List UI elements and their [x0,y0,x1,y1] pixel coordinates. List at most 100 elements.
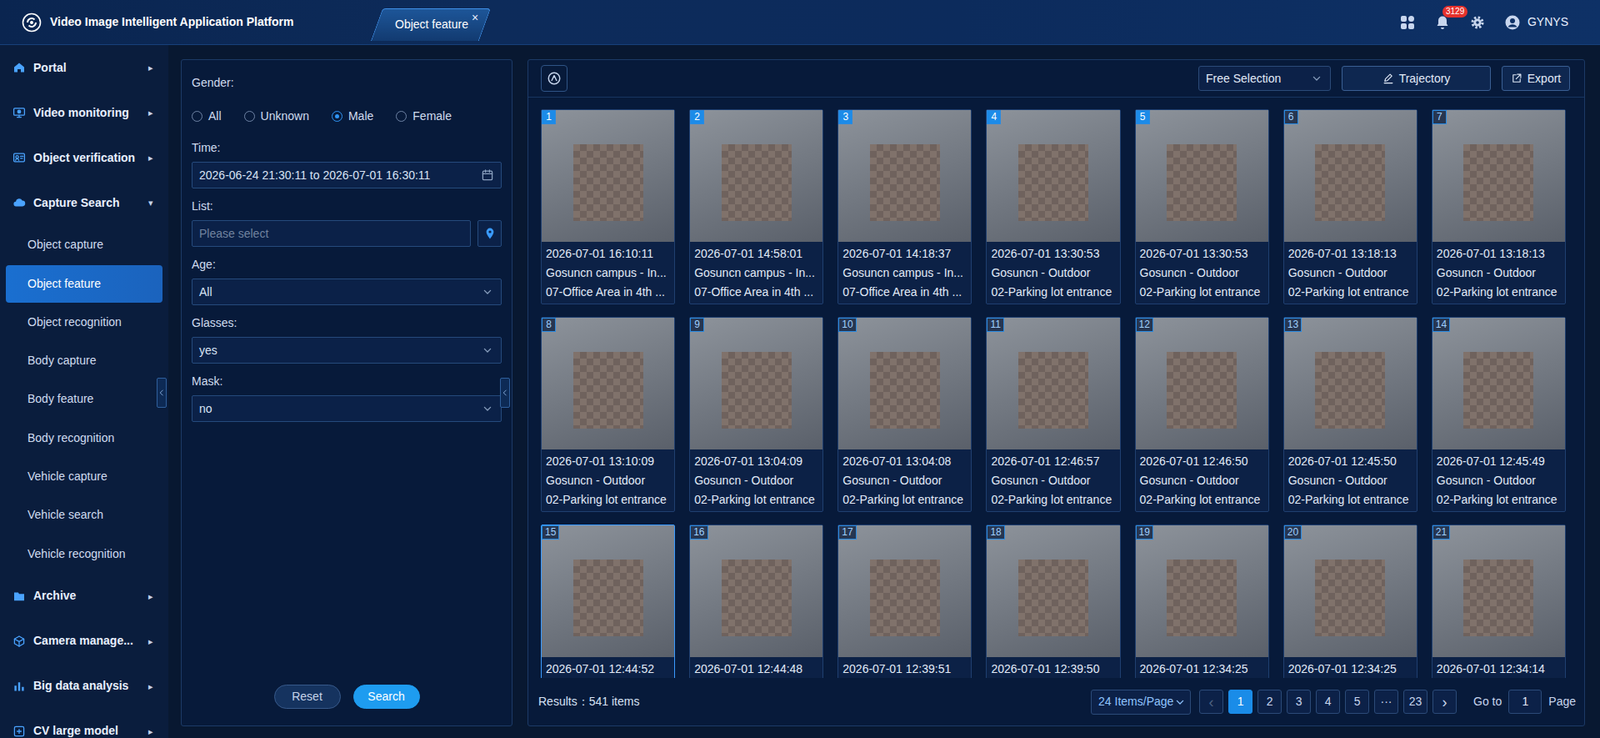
sidebar-subitem[interactable]: Body capture [5,341,163,380]
gender-option-label: Unknown [260,107,310,125]
face-photo[interactable]: 2 [690,110,823,242]
capture-card[interactable]: 92026-07-01 13:04:09Gosuncn - Outdoor02-… [689,316,824,512]
apps-button[interactable] [1399,14,1416,31]
face-photo[interactable]: 14 [1432,317,1565,450]
location-button[interactable] [477,220,502,247]
page-tab[interactable]: Object feature× [376,8,485,41]
capture-card[interactable]: 152026-07-01 12:44:52 [540,524,675,678]
sidebar-subitem[interactable]: Vehicle capture [5,457,163,495]
sidebar-subitem[interactable]: Vehicle search [5,495,163,534]
capture-card[interactable]: 102026-07-01 13:04:08Gosuncn - Outdoor02… [837,316,972,512]
collapse-filter-button[interactable] [500,377,510,408]
sidebar-item[interactable]: Camera manage...▸ [0,618,169,664]
collapse-sidebar-button[interactable] [156,377,167,408]
next-page-button[interactable]: › [1432,689,1457,714]
sidebar-subitem[interactable]: Object capture [5,225,163,264]
face-photo[interactable]: 5 [1135,110,1269,242]
page-button[interactable]: 4 [1315,689,1340,714]
reset-button[interactable]: Reset [274,684,341,709]
capture-card[interactable]: 182026-07-01 12:39:50 [985,524,1120,678]
sidebar-item[interactable]: Archive▸ [0,573,169,619]
sidebar-subitem[interactable]: Object recognition [5,303,163,341]
capture-card[interactable]: 12026-07-01 16:10:11Gosuncn campus - In.… [540,109,675,305]
export-button[interactable]: Export [1501,65,1570,91]
gender-option[interactable]: Unknown [244,107,310,125]
face-photo[interactable]: 4 [986,110,1120,242]
settings-button[interactable] [1469,14,1486,31]
capture-card[interactable]: 192026-07-01 12:34:25 [1135,524,1270,678]
radio-button[interactable] [244,110,255,122]
gender-option[interactable]: All [191,107,222,125]
face-photo[interactable]: 9 [690,317,823,450]
sidebar-subitem[interactable]: Body feature [5,380,163,418]
face-photo[interactable]: 7 [1432,110,1565,242]
face-photo[interactable]: 17 [838,525,971,657]
page-button[interactable]: 2 [1257,689,1282,714]
auto-select-button[interactable] [540,65,568,92]
time-range-field[interactable]: 2026-06-24 21:30:11 to 2026-07-01 16:30:… [191,161,502,189]
face-photo[interactable]: 10 [838,317,971,450]
page-button[interactable]: 5 [1345,689,1370,714]
page-button[interactable]: 1 [1228,689,1253,714]
radio-button[interactable] [191,110,203,122]
sidebar-item[interactable]: CV large model▸ [0,708,169,738]
capture-card[interactable]: 22026-07-01 14:58:01Gosuncn campus - In.… [689,109,824,305]
capture-card[interactable]: 72026-07-01 13:18:13Gosuncn - Outdoor02-… [1431,109,1566,305]
face-photo[interactable]: 18 [986,525,1120,657]
face-photo[interactable]: 3 [838,110,971,242]
sidebar-item[interactable]: Object verification▸ [0,135,169,180]
capture-card[interactable]: 132026-07-01 12:45:50Gosuncn - Outdoor02… [1283,316,1418,512]
face-photo[interactable]: 1 [541,110,675,242]
capture-card[interactable]: 212026-07-01 12:34:14 [1431,524,1566,678]
page-button[interactable]: 3 [1286,689,1311,714]
user-menu[interactable]: GYNYS [1504,13,1569,31]
capture-card[interactable]: 82026-07-01 13:10:09Gosuncn - Outdoor02-… [540,316,675,512]
capture-card[interactable]: 62026-07-01 13:18:13Gosuncn - Outdoor02-… [1283,109,1418,305]
capture-card[interactable]: 112026-07-01 12:46:57Gosuncn - Outdoor02… [985,316,1120,512]
capture-card[interactable]: 122026-07-01 12:46:50Gosuncn - Outdoor02… [1135,316,1270,512]
face-photo[interactable]: 16 [690,525,823,657]
sidebar-subitem[interactable]: Vehicle recognition [5,535,163,573]
glasses-select[interactable]: yes [191,336,502,364]
capture-card[interactable]: 32026-07-01 14:18:37Gosuncn campus - In.… [837,109,972,305]
list-input[interactable] [199,225,464,243]
gender-option[interactable]: Male [331,107,374,125]
trajectory-button[interactable]: Trajectory [1341,65,1491,91]
capture-card[interactable]: 142026-07-01 12:45:49Gosuncn - Outdoor02… [1431,316,1566,512]
age-select[interactable]: All [191,278,502,305]
face-photo[interactable]: 21 [1432,525,1565,657]
capture-card[interactable]: 162026-07-01 12:44:48 [689,524,824,678]
face-photo[interactable]: 15 [541,525,675,657]
face-photo[interactable]: 8 [541,317,675,450]
notifications-button[interactable]: 3129 [1434,14,1451,31]
sidebar-subitem[interactable]: Object feature [5,265,163,303]
page-button[interactable]: ··· [1374,689,1399,714]
face-photo[interactable]: 11 [986,317,1120,450]
capture-card[interactable]: 52026-07-01 13:30:53Gosuncn - Outdoor02-… [1135,109,1270,305]
radio-button[interactable] [395,110,407,122]
page-size-select[interactable]: 24 Items/Page [1090,689,1191,715]
sidebar-item[interactable]: Capture Search▾ [0,180,169,225]
sidebar-subitem[interactable]: Body recognition [5,419,163,457]
page-button[interactable]: 23 [1403,689,1428,714]
sidebar-item[interactable]: Portal▸ [0,45,169,90]
mask-select[interactable]: no [191,395,502,422]
previous-page-button[interactable]: ‹ [1199,689,1224,714]
capture-card[interactable]: 172026-07-01 12:39:51 [837,524,972,678]
sidebar-item[interactable]: Video monitoring▸ [0,90,169,135]
sidebar-item[interactable]: Big data analysis▸ [0,663,169,709]
list-select[interactable] [191,220,471,247]
face-photo[interactable]: 12 [1135,317,1269,450]
close-tab-button[interactable]: × [471,9,479,27]
selection-mode-select[interactable]: Free Selection [1198,65,1331,91]
goto-input[interactable] [1508,689,1542,714]
capture-card[interactable]: 42026-07-01 13:30:53Gosuncn - Outdoor02-… [985,109,1120,305]
face-photo[interactable]: 20 [1284,525,1417,657]
gender-option[interactable]: Female [395,107,452,125]
radio-button[interactable] [331,110,343,122]
face-photo[interactable]: 19 [1135,525,1269,657]
face-photo[interactable]: 13 [1284,317,1417,450]
search-button[interactable]: Search [353,684,420,709]
capture-card[interactable]: 202026-07-01 12:34:25 [1283,524,1418,678]
face-photo[interactable]: 6 [1284,110,1417,242]
